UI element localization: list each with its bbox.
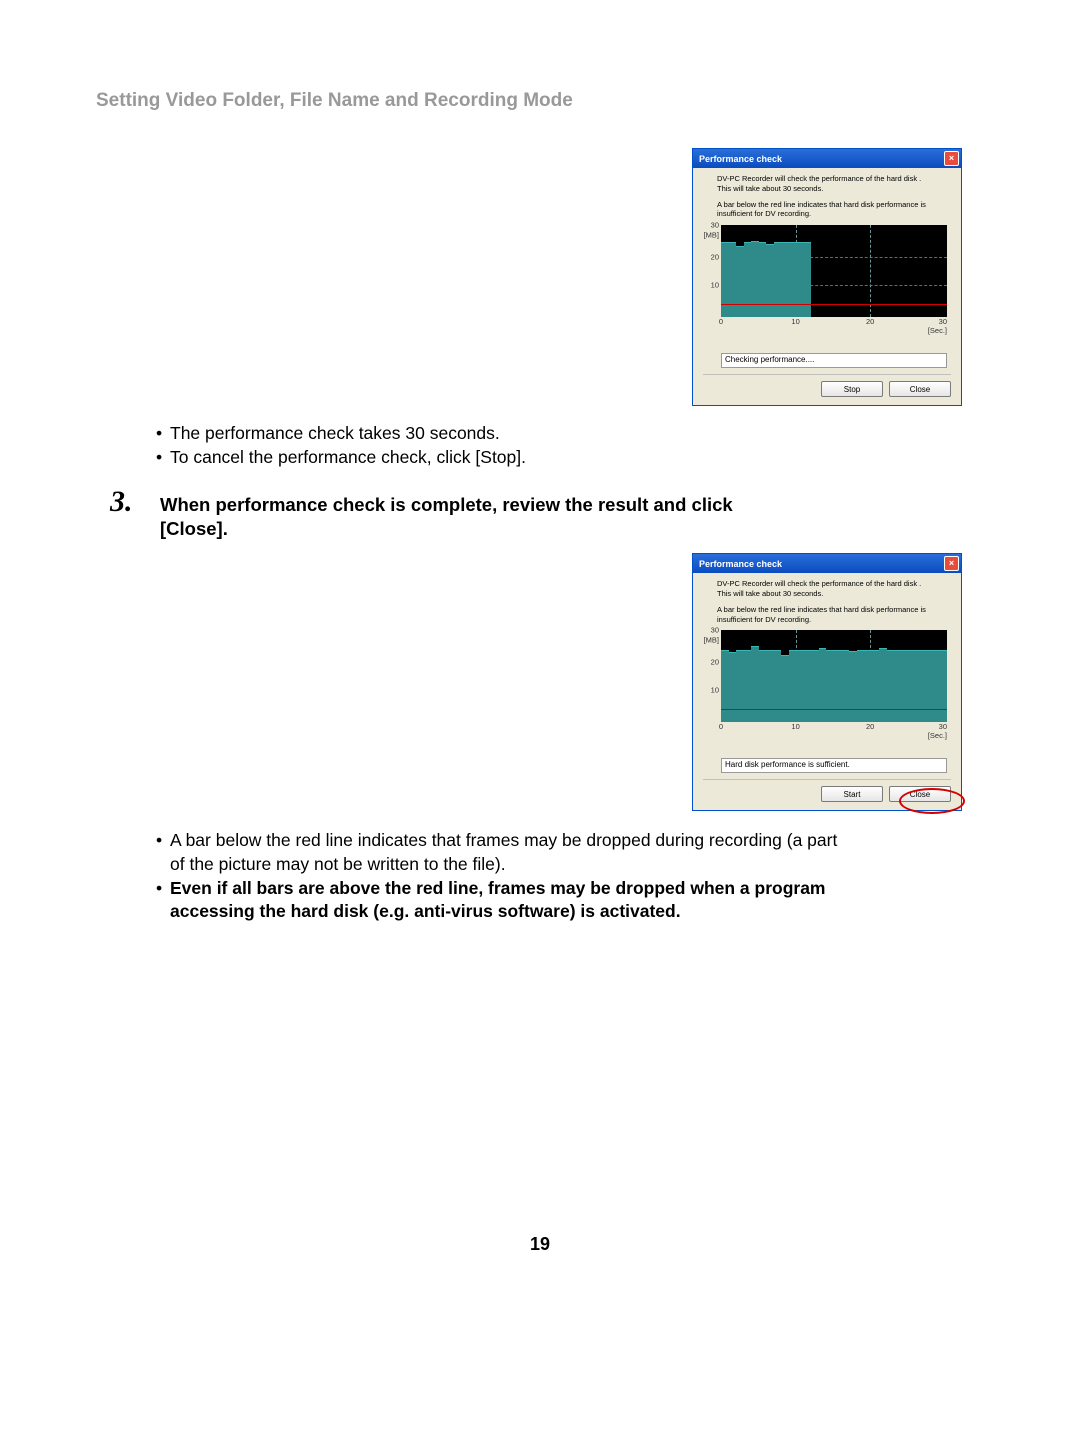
dialog2-plot bbox=[721, 630, 947, 722]
x-0: 0 bbox=[719, 722, 723, 731]
step-3: 3. When performance check is complete, r… bbox=[96, 487, 984, 541]
x-10: 10 bbox=[791, 722, 799, 731]
stop-button[interactable]: Stop bbox=[821, 381, 883, 397]
bullets-1: • The performance check takes 30 seconds… bbox=[156, 422, 984, 469]
dialog1-status: Checking performance.... bbox=[721, 353, 947, 368]
y-30: 30 bbox=[699, 221, 719, 230]
bullet-text-b: accessing the hard disk (e.g. anti-virus… bbox=[170, 901, 681, 921]
dialog1-desc2: A bar below the red line indicates that … bbox=[717, 200, 951, 220]
red-threshold-line bbox=[721, 709, 947, 710]
dialog1-body: DV-PC Recorder will check the performanc… bbox=[693, 168, 961, 405]
step-text-a: When performance check is complete, revi… bbox=[160, 494, 733, 515]
step-text-b: [Close]. bbox=[160, 518, 228, 539]
dialog1-title: Performance check bbox=[699, 154, 782, 164]
dialog2-desc2a: A bar below the red line indicates that … bbox=[717, 605, 951, 615]
bullet-text: The performance check takes 30 seconds. bbox=[170, 422, 500, 446]
dialog2-titlebar: Performance check × bbox=[693, 554, 961, 573]
y-20: 20 bbox=[699, 658, 719, 667]
bullet-dot: • bbox=[156, 877, 170, 924]
bullet-row: • The performance check takes 30 seconds… bbox=[156, 422, 984, 446]
dialog2-buttons: Start Close bbox=[703, 779, 951, 802]
dialog2-desc1a: DV-PC Recorder will check the performanc… bbox=[717, 579, 951, 589]
start-button[interactable]: Start bbox=[821, 786, 883, 802]
x-20: 20 bbox=[866, 722, 874, 731]
red-threshold-line bbox=[721, 304, 947, 305]
bullet-text: Even if all bars are above the red line,… bbox=[170, 877, 826, 924]
x-30: 30 bbox=[939, 722, 947, 731]
close-icon[interactable]: × bbox=[944, 556, 959, 571]
dialog1-titlebar: Performance check × bbox=[693, 149, 961, 168]
y-mb: [MB] bbox=[699, 636, 719, 645]
dialog1-plot bbox=[721, 225, 947, 317]
dialog2-chart: 30 [MB] 20 10 bbox=[703, 630, 951, 740]
dialog2-wrapper: Performance check × DV-PC Recorder will … bbox=[96, 553, 962, 811]
bullet-dot: • bbox=[156, 446, 170, 470]
page-number: 19 bbox=[96, 1234, 984, 1255]
performance-check-dialog-1: Performance check × DV-PC Recorder will … bbox=[692, 148, 962, 406]
dialog1-desc2b: insufficient for DV recording. bbox=[717, 209, 951, 219]
bullet-text-b: of the picture may not be written to the… bbox=[170, 854, 506, 874]
close-icon[interactable]: × bbox=[944, 151, 959, 166]
x-20: 20 bbox=[866, 317, 874, 326]
dialog2-status: Hard disk performance is sufficient. bbox=[721, 758, 947, 773]
close-button[interactable]: Close bbox=[889, 381, 951, 397]
document-page: Setting Video Folder, File Name and Reco… bbox=[0, 0, 1080, 1305]
y-20: 20 bbox=[699, 253, 719, 262]
bullet-dot: • bbox=[156, 829, 170, 876]
dialog2-desc2: A bar below the red line indicates that … bbox=[717, 605, 951, 625]
dialog2-desc1: DV-PC Recorder will check the performanc… bbox=[717, 579, 951, 599]
x-sec: [Sec.] bbox=[928, 731, 947, 740]
dialog1-desc1b: This will take about 30 seconds. bbox=[717, 184, 951, 194]
x-sec: [Sec.] bbox=[928, 326, 947, 335]
dialog2-y-labels: 30 [MB] 20 10 bbox=[699, 630, 719, 730]
dialog2-body: DV-PC Recorder will check the performanc… bbox=[693, 573, 961, 810]
bullet-text-a: A bar below the red line indicates that … bbox=[170, 830, 837, 850]
y-30: 30 bbox=[699, 626, 719, 635]
dialog2-desc2b: insufficient for DV recording. bbox=[717, 615, 951, 625]
bullet-text: To cancel the performance check, click [… bbox=[170, 446, 526, 470]
y-10: 10 bbox=[699, 281, 719, 290]
y-mb: [MB] bbox=[699, 231, 719, 240]
bullet-dot: • bbox=[156, 422, 170, 446]
step-number: 3. bbox=[96, 487, 160, 517]
dialog2-title: Performance check bbox=[699, 559, 782, 569]
dialog1-x-axis: 0 10 20 30 [Sec.] bbox=[721, 317, 947, 331]
dialog1-wrapper: Performance check × DV-PC Recorder will … bbox=[96, 148, 962, 406]
bullets-2: • A bar below the red line indicates tha… bbox=[156, 829, 984, 924]
section-title: Setting Video Folder, File Name and Reco… bbox=[96, 90, 984, 112]
dialog1-desc2a: A bar below the red line indicates that … bbox=[717, 200, 951, 210]
dialog2-x-axis: 0 10 20 30 [Sec.] bbox=[721, 722, 947, 736]
dialog1-desc1: DV-PC Recorder will check the performanc… bbox=[717, 174, 951, 194]
dialog1-desc1a: DV-PC Recorder will check the performanc… bbox=[717, 174, 951, 184]
step-text: When performance check is complete, revi… bbox=[160, 487, 733, 541]
performance-check-dialog-2: Performance check × DV-PC Recorder will … bbox=[692, 553, 962, 811]
bullet-text-a: Even if all bars are above the red line,… bbox=[170, 878, 826, 898]
dialog2-desc1b: This will take about 30 seconds. bbox=[717, 589, 951, 599]
bullet-row: • Even if all bars are above the red lin… bbox=[156, 877, 984, 924]
dialog1-y-labels: 30 [MB] 20 10 bbox=[699, 225, 719, 325]
bullet-row: • To cancel the performance check, click… bbox=[156, 446, 984, 470]
dialog1-chart: 30 [MB] 20 10 bbox=[703, 225, 951, 335]
close-button[interactable]: Close bbox=[889, 786, 951, 802]
x-0: 0 bbox=[719, 317, 723, 326]
x-30: 30 bbox=[939, 317, 947, 326]
dialog1-buttons: Stop Close bbox=[703, 374, 951, 397]
bullet-row: • A bar below the red line indicates tha… bbox=[156, 829, 984, 876]
y-10: 10 bbox=[699, 686, 719, 695]
bullet-text: A bar below the red line indicates that … bbox=[170, 829, 837, 876]
x-10: 10 bbox=[791, 317, 799, 326]
